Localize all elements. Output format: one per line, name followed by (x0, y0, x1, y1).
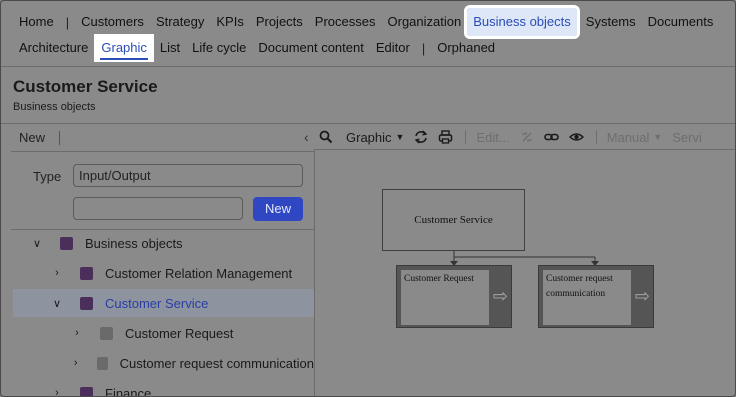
arrow-right-icon: ⇨ (492, 286, 508, 306)
diagram-node-label: Customer Request (401, 270, 489, 325)
diagram-node-customer-request[interactable]: Customer Request ⇨ (396, 265, 512, 328)
diagram-node-customer-request-communication[interactable]: Customer request communication ⇨ (538, 265, 654, 328)
diagram-node-customer-service[interactable]: Customer Service (382, 189, 525, 251)
diagram-node-label: Customer request communication (543, 270, 631, 325)
arrow-right-icon: ⇨ (634, 286, 650, 306)
app-window: Home | Customers Strategy KPIs Projects … (0, 0, 736, 397)
diagram-connectors (450, 251, 599, 266)
